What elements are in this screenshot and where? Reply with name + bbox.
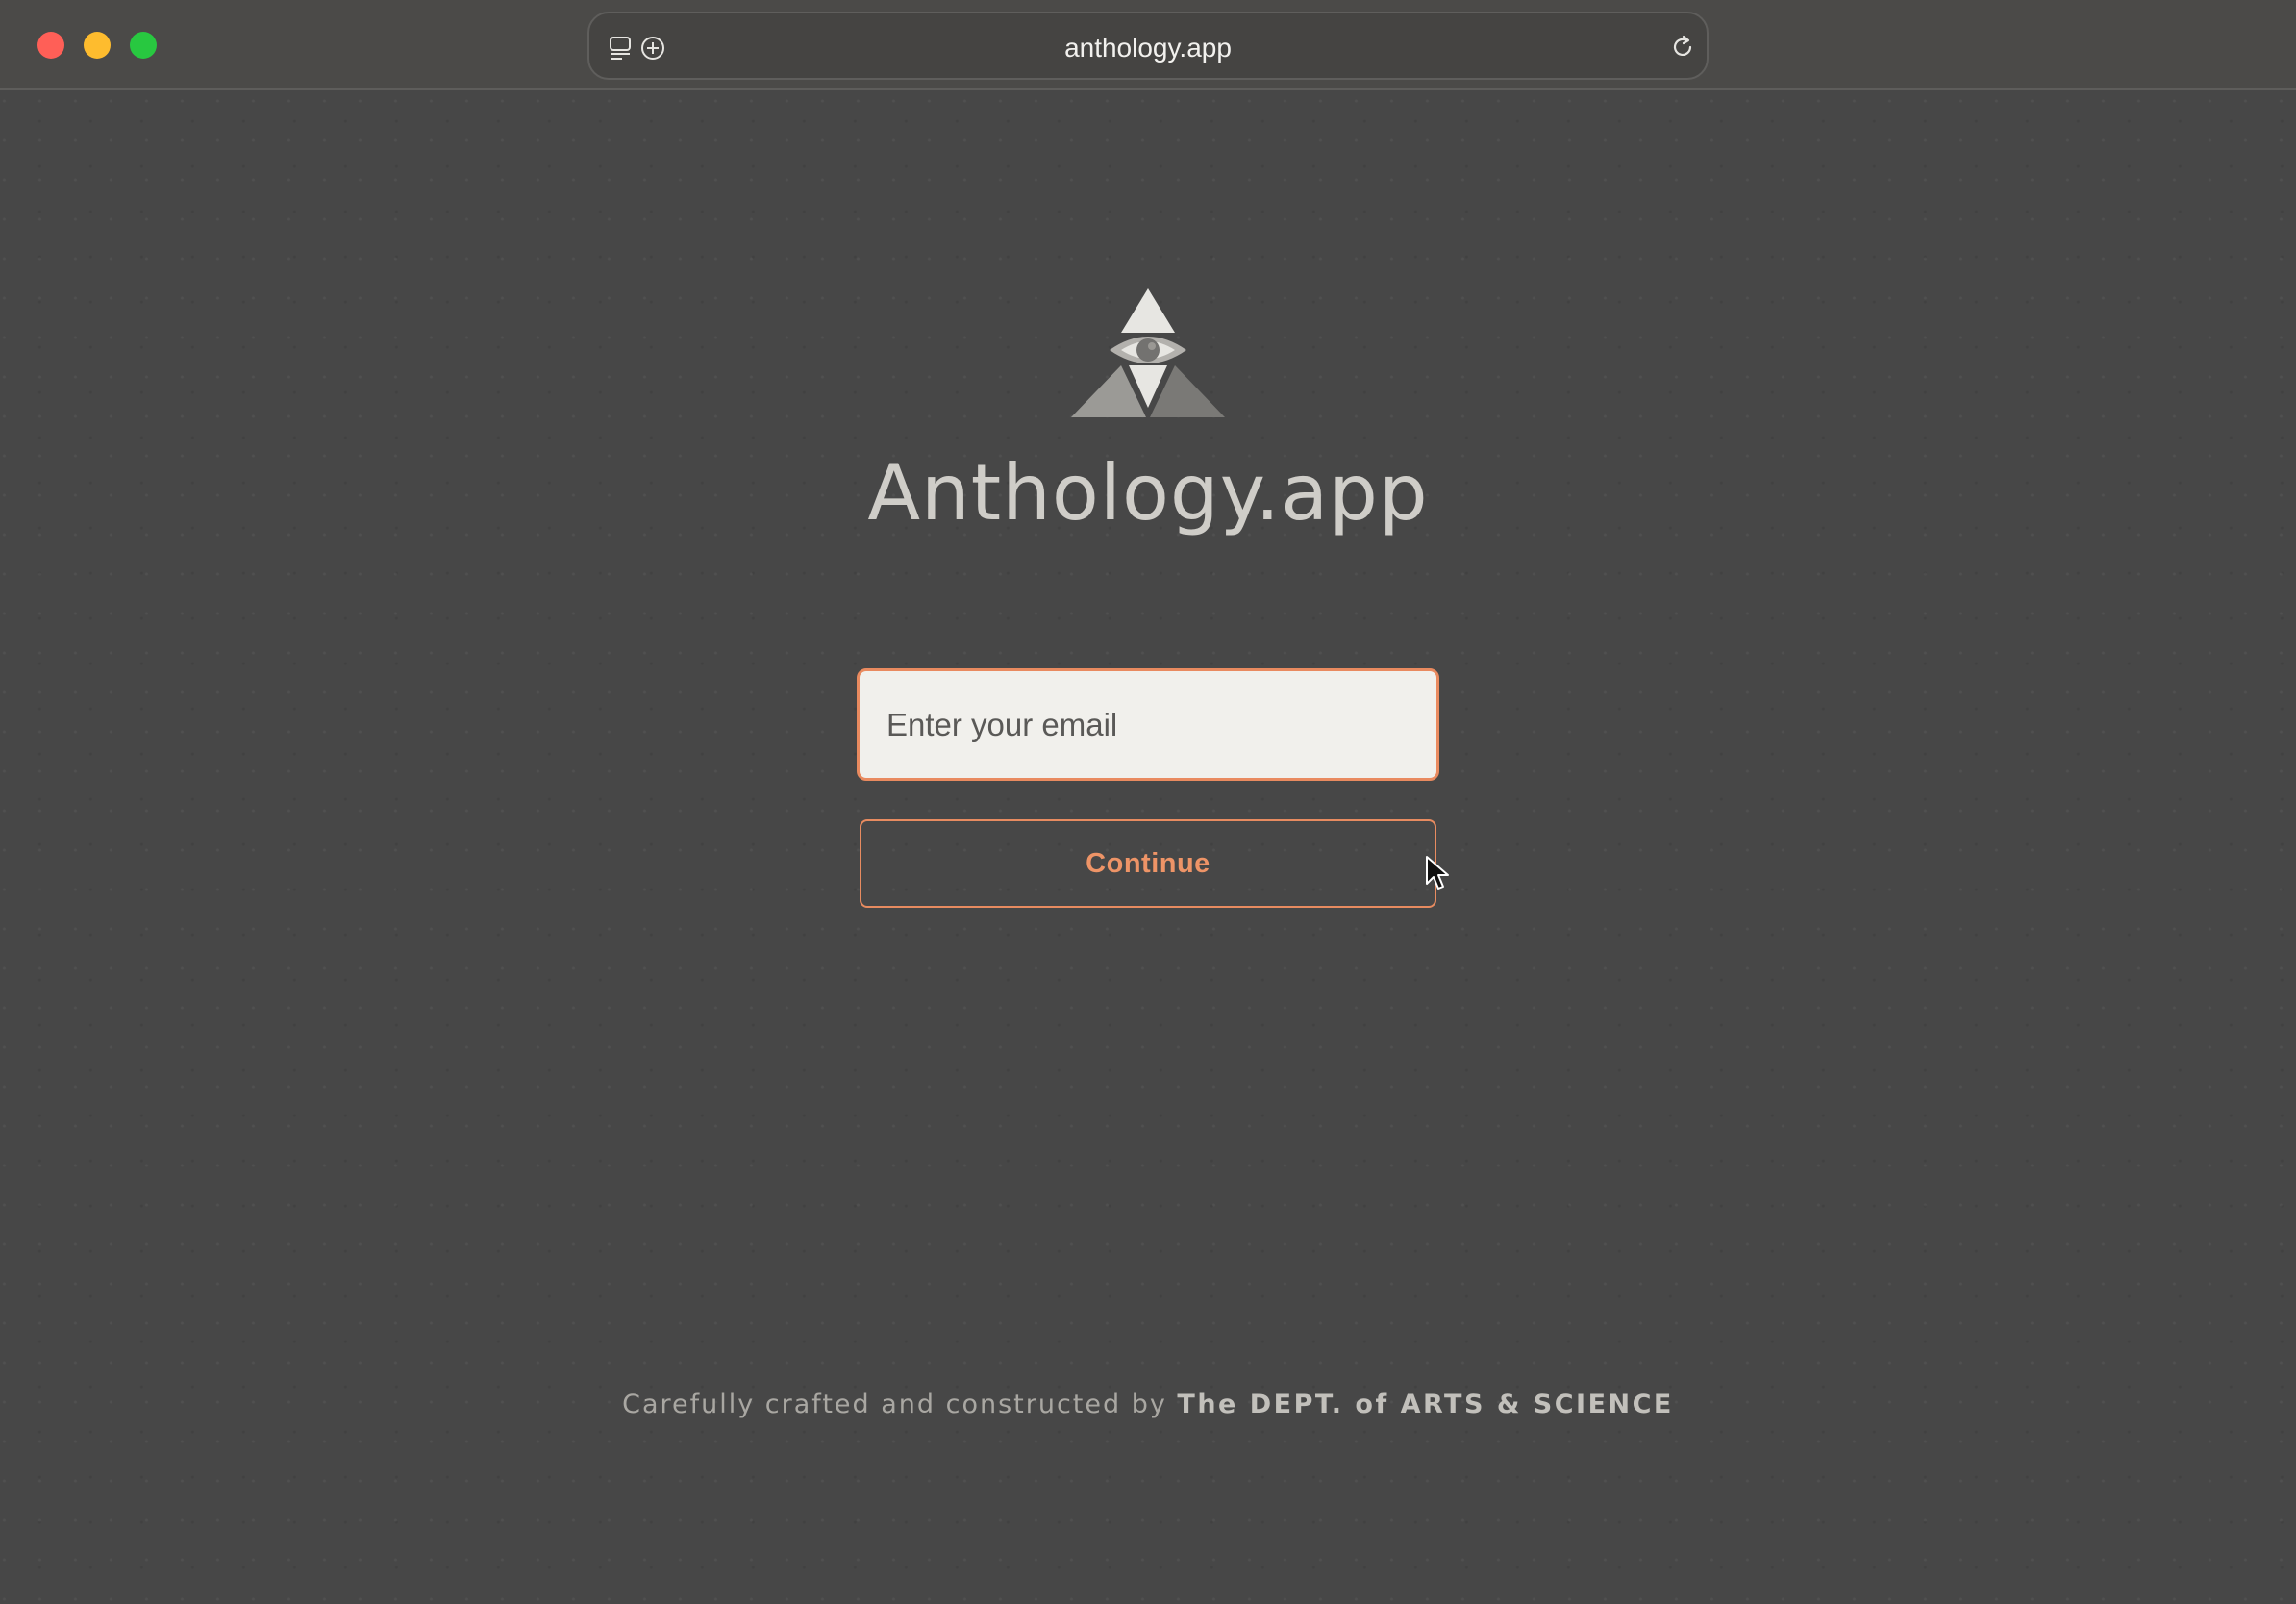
address-url[interactable]: anthology.app [589,13,1707,82]
footer-org-name: The DEPT. of ARTS & SCIENCE [1177,1390,1674,1419]
eye-triangle-logo [1071,288,1225,417]
browser-window: anthology.app Anthology.app Continue Car… [0,0,2296,1604]
minimize-window-button[interactable] [84,32,111,59]
footer-lead-text: Carefully crafted and constructed by [622,1390,1178,1419]
mouse-cursor-icon [1426,856,1449,890]
footer-credit: Carefully crafted and constructed by The… [0,1390,2296,1419]
close-window-button[interactable] [37,32,64,59]
address-bar[interactable]: anthology.app [587,12,1709,80]
zoom-window-button[interactable] [130,32,157,59]
continue-button[interactable]: Continue [860,819,1436,908]
brand-title: Anthology.app [867,448,1429,538]
reload-icon[interactable] [1669,34,1696,61]
email-input[interactable] [857,668,1439,781]
browser-titlebar: anthology.app [0,0,2296,90]
